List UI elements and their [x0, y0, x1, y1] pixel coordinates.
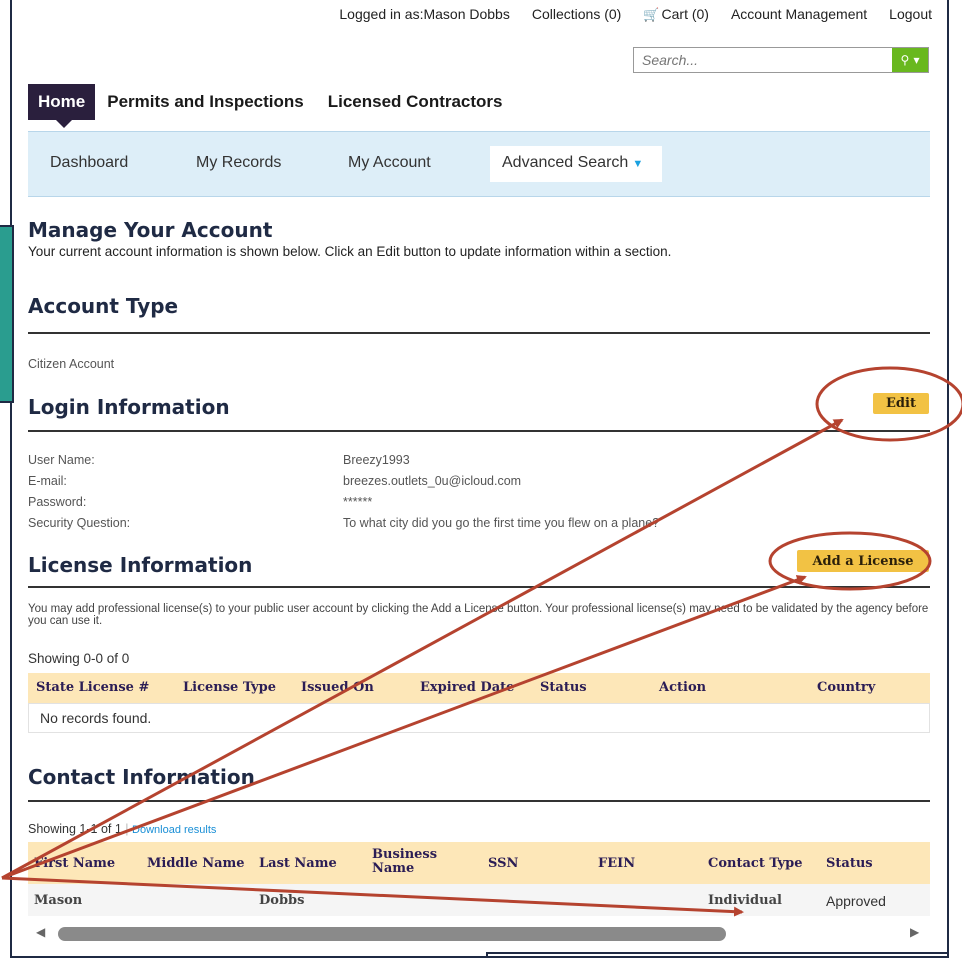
- col-header[interactable]: Expired Date: [420, 680, 514, 695]
- divider: [28, 800, 930, 802]
- tab-dashboard[interactable]: Dashboard: [50, 154, 128, 172]
- search-box: ⚲ ▾: [633, 47, 929, 73]
- field-label: User Name:: [28, 453, 95, 467]
- utility-bar: Logged in as:Mason Dobbs Collections (0)…: [339, 6, 932, 23]
- col-header[interactable]: Issued On: [301, 680, 374, 695]
- account-management-link[interactable]: Account Management: [731, 6, 867, 23]
- login-info-title: Login Information: [28, 395, 230, 419]
- advanced-search-label: Advanced Search: [502, 154, 629, 171]
- cart-icon: 🛒: [643, 7, 660, 22]
- scroll-right-icon[interactable]: ▶: [910, 925, 919, 939]
- page-title: Manage Your Account: [28, 218, 273, 242]
- contact-table-header: First Name Middle Name Last Name Busines…: [28, 842, 930, 884]
- col-header[interactable]: Contact Type: [708, 856, 803, 871]
- field-value: Breezy1993: [343, 453, 410, 467]
- logged-in-label: Logged in as:Mason Dobbs: [339, 6, 510, 22]
- cell-contact-type: Individual: [708, 893, 782, 908]
- nav-permits[interactable]: Permits and Inspections: [95, 84, 316, 120]
- tab-my-account[interactable]: My Account: [348, 154, 431, 172]
- tab-my-records[interactable]: My Records: [196, 154, 281, 172]
- col-header[interactable]: SSN: [488, 856, 518, 871]
- field-label: E-mail:: [28, 474, 67, 488]
- divider: [28, 332, 930, 334]
- field-value: To what city did you go the first time y…: [343, 516, 660, 530]
- col-header[interactable]: First Name: [34, 856, 115, 871]
- field-value: ******: [343, 495, 373, 509]
- logout-link[interactable]: Logout: [889, 6, 932, 23]
- field-label: Security Question:: [28, 516, 131, 530]
- license-showing: Showing 0-0 of 0: [28, 651, 130, 666]
- nav-home[interactable]: Home: [28, 84, 96, 128]
- field-label: Password:: [28, 495, 87, 509]
- col-header[interactable]: Middle Name: [147, 856, 245, 871]
- contact-info-title: Contact Information: [28, 765, 255, 789]
- col-header: Action: [659, 680, 707, 695]
- account-type-value: Citizen Account: [28, 357, 115, 371]
- col-header[interactable]: Country: [817, 680, 875, 695]
- scroll-left-icon[interactable]: ◀: [36, 925, 45, 939]
- cart-label: Cart (0): [661, 6, 709, 22]
- cell-status: Approved: [826, 893, 886, 909]
- col-header[interactable]: Status: [540, 680, 587, 695]
- main-nav: Home Permits and Inspections Licensed Co…: [28, 84, 515, 128]
- cart-link[interactable]: 🛒 Cart (0): [643, 6, 709, 23]
- col-header[interactable]: FEIN: [598, 856, 635, 871]
- contact-showing: Showing 1-1 of 1 | Download results: [28, 822, 217, 836]
- license-info-title: License Information: [28, 553, 253, 577]
- annotation-callout-box: [0, 225, 14, 403]
- col-header[interactable]: State License #: [36, 680, 149, 695]
- scrollbar-thumb[interactable]: [58, 927, 726, 941]
- edit-login-button[interactable]: Edit: [873, 393, 929, 414]
- search-icon: ⚲ ▾: [900, 53, 920, 67]
- col-header[interactable]: Last Name: [259, 856, 337, 871]
- col-header[interactable]: License Type: [183, 680, 276, 695]
- license-empty-row: No records found.: [28, 703, 930, 733]
- divider: [28, 430, 930, 432]
- license-table-header: State License # License Type Issued On E…: [28, 673, 930, 703]
- tab-advanced-search[interactable]: Advanced Search ▼: [490, 146, 662, 182]
- chevron-down-icon: ▼: [632, 158, 644, 170]
- account-type-title: Account Type: [28, 294, 179, 318]
- collections-link[interactable]: Collections (0): [532, 6, 621, 23]
- search-input[interactable]: [634, 48, 874, 72]
- license-description: You may add professional license(s) to y…: [28, 603, 929, 627]
- cell-first-name: Mason: [34, 893, 83, 908]
- download-results-link[interactable]: Download results: [132, 824, 216, 836]
- field-value: breezes.outlets_0u@icloud.com: [343, 474, 522, 488]
- nav-licensed-contractors[interactable]: Licensed Contractors: [316, 84, 515, 120]
- search-button[interactable]: ⚲ ▾: [892, 48, 928, 72]
- add-license-button[interactable]: Add a License: [797, 550, 929, 572]
- table-row[interactable]: Mason Dobbs Individual Approved: [28, 884, 930, 916]
- cell-last-name: Dobbs: [259, 893, 305, 908]
- contact-showing-text: Showing 1-1 of 1: [28, 822, 122, 836]
- divider: [28, 586, 930, 588]
- col-header[interactable]: Status: [826, 856, 873, 871]
- annotation-bottom-box: [486, 952, 949, 958]
- col-header[interactable]: Business Name: [372, 848, 452, 876]
- page-intro: Your current account information is show…: [28, 244, 672, 259]
- sub-nav: Dashboard My Records My Account Advanced…: [28, 131, 930, 197]
